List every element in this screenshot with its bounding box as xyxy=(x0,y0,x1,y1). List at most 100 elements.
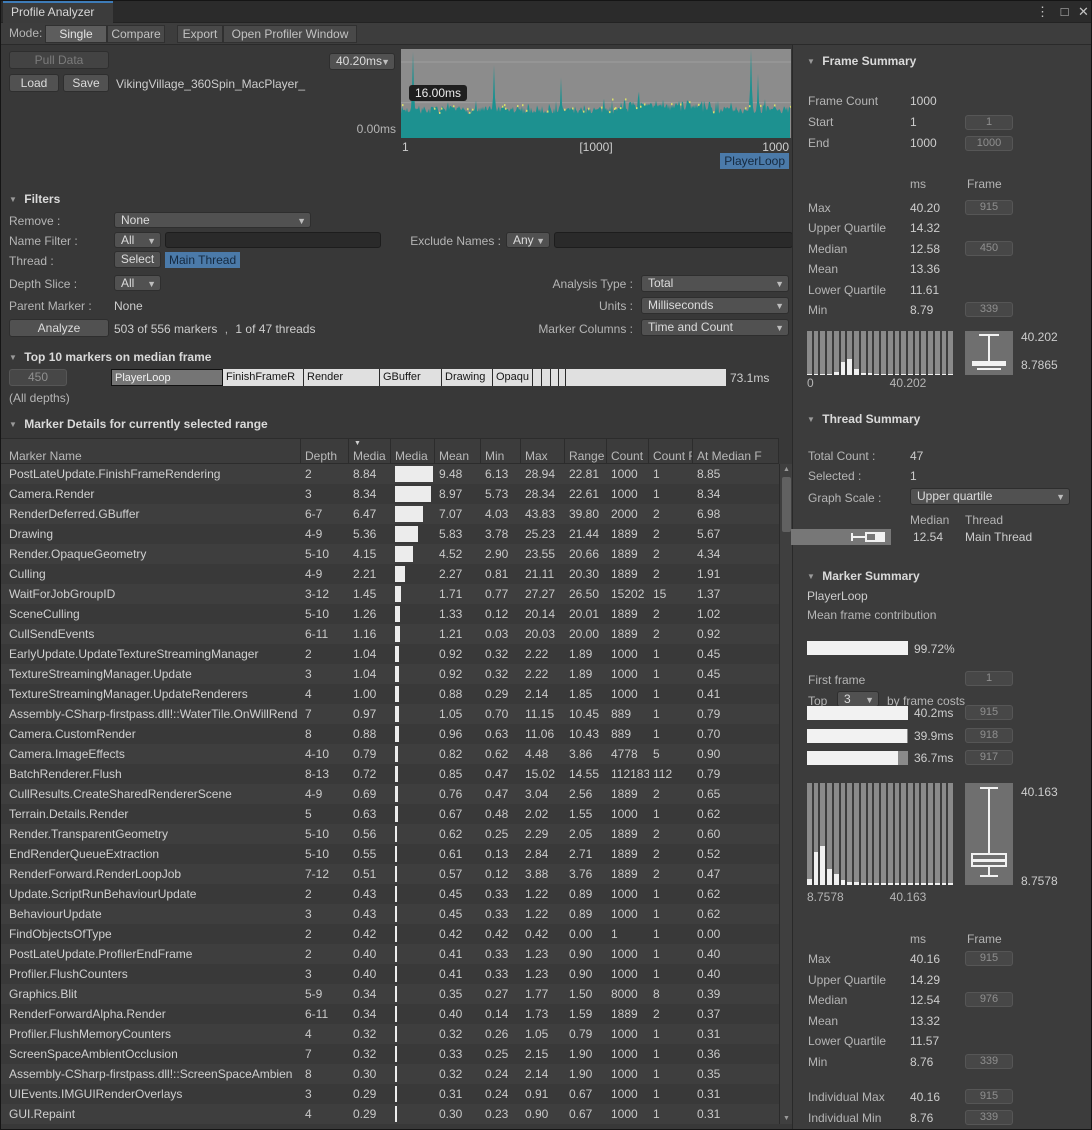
top10-segment-FinishFrameR[interactable]: FinishFrameR xyxy=(223,369,304,386)
top10-header[interactable]: ▼ Top 10 markers on median frame xyxy=(9,350,211,364)
table-row[interactable]: TextureStreamingManager.Update31.040.920… xyxy=(1,664,779,684)
top10-segment-PlayerLoop[interactable]: PlayerLoop xyxy=(111,369,223,386)
table-row[interactable]: Drawing4-95.365.833.7825.2321.44188925.6… xyxy=(1,524,779,544)
range-dropdown[interactable]: 40.20ms▼ xyxy=(329,53,395,70)
column-header-8[interactable]: Count xyxy=(607,439,649,463)
remove-dropdown[interactable]: None▼ xyxy=(114,212,311,228)
table-row[interactable]: ScreenSpaceAmbientOcclusion70.320.330.25… xyxy=(1,1044,779,1064)
filters-header[interactable]: ▼ Filters xyxy=(9,192,60,206)
chart-selection-label[interactable]: PlayerLoop xyxy=(720,153,789,169)
frame-link-button[interactable]: 339 xyxy=(965,302,1013,317)
frame-summary-boxplot[interactable] xyxy=(965,331,1013,375)
frame-link-button[interactable]: 339 xyxy=(965,1110,1013,1125)
table-row[interactable]: BatchRenderer.Flush8-130.720.850.4715.02… xyxy=(1,764,779,784)
table-row[interactable]: Camera.Render38.348.975.7328.3422.611000… xyxy=(1,484,779,504)
maximize-icon[interactable]: □ xyxy=(1056,4,1073,20)
table-row[interactable]: EndRenderQueueExtraction5-100.550.610.13… xyxy=(1,844,779,864)
name-filter-mode-dropdown[interactable]: All▼ xyxy=(114,232,161,248)
exclude-mode-dropdown[interactable]: Any▼ xyxy=(506,232,550,248)
frame-link-button[interactable]: 976 xyxy=(965,992,1013,1007)
kebab-menu-icon[interactable]: ⋮ xyxy=(1034,4,1051,20)
marker-summary-boxplot[interactable] xyxy=(965,783,1013,885)
table-row[interactable]: PostLateUpdate.FinishFrameRendering28.84… xyxy=(1,464,779,484)
mode-button-export[interactable]: Export xyxy=(177,25,223,43)
save-button[interactable]: Save xyxy=(63,74,109,92)
end-frame-button[interactable]: 1000 xyxy=(965,136,1013,151)
scrollbar-thumb[interactable] xyxy=(782,477,791,532)
top10-segment-Render[interactable]: Render xyxy=(304,369,380,386)
mode-button-open-profiler-window[interactable]: Open Profiler Window xyxy=(223,25,357,43)
top10-segment-9[interactable] xyxy=(559,369,566,386)
table-row[interactable]: Assembly-CSharp-firstpass.dll!::WaterTil… xyxy=(1,704,779,724)
table-row[interactable]: Update.ScriptRunBehaviourUpdate20.430.45… xyxy=(1,884,779,904)
table-row[interactable]: TextureStreamingManager.UpdateRenderers4… xyxy=(1,684,779,704)
table-row[interactable]: GUI.Repaint40.290.300.230.900.67100010.3… xyxy=(1,1104,779,1124)
table-row[interactable]: Render.TransparentGeometry5-100.560.620.… xyxy=(1,824,779,844)
marker-summary-header[interactable]: ▼ Marker Summary xyxy=(807,569,920,583)
table-row[interactable]: Profiler.FlushMemoryCounters40.320.320.2… xyxy=(1,1024,779,1044)
top10-segment-8[interactable] xyxy=(551,369,559,386)
marker-details-header[interactable]: ▼ Marker Details for currently selected … xyxy=(9,417,268,431)
table-row[interactable]: CullSendEvents6-111.161.210.0320.0320.00… xyxy=(1,624,779,644)
table-row[interactable]: BehaviourUpdate30.430.450.331.220.891000… xyxy=(1,904,779,924)
frame-link-button[interactable]: 915 xyxy=(965,200,1013,215)
top10-segment-6[interactable] xyxy=(533,369,542,386)
name-filter-input[interactable] xyxy=(165,232,381,248)
depth-slice-dropdown[interactable]: All▼ xyxy=(114,275,161,291)
mode-button-compare[interactable]: Compare xyxy=(107,25,165,43)
frame-link-button[interactable]: 915 xyxy=(965,951,1013,966)
column-header-5[interactable]: Min xyxy=(481,439,521,463)
marker-summary-histogram[interactable] xyxy=(807,783,953,885)
column-header-7[interactable]: Range xyxy=(565,439,607,463)
top10-marker-bar[interactable]: PlayerLoopFinishFrameRRenderGBufferDrawi… xyxy=(111,369,726,386)
table-row[interactable]: RenderDeferred.GBuffer6-76.477.074.0343.… xyxy=(1,504,779,524)
table-row[interactable]: Render.OpaqueGeometry5-104.154.522.9023.… xyxy=(1,544,779,564)
table-row[interactable]: WaitForJobGroupID3-121.451.710.7727.2726… xyxy=(1,584,779,604)
close-icon[interactable]: ✕ xyxy=(1075,4,1092,20)
marker-columns-dropdown[interactable]: Time and Count▼ xyxy=(641,319,789,336)
table-row[interactable]: FindObjectsOfType20.420.420.420.420.0011… xyxy=(1,924,779,944)
exclude-names-input[interactable] xyxy=(554,232,793,248)
frame-link-button[interactable]: 339 xyxy=(965,1054,1013,1069)
table-row[interactable]: Camera.CustomRender80.880.960.6311.0610.… xyxy=(1,724,779,744)
table-header[interactable]: Marker NameDepthMedia▼MediaMeanMinMaxRan… xyxy=(1,438,779,464)
analysis-type-dropdown[interactable]: Total▼ xyxy=(641,275,789,292)
top10-segment-GBuffer[interactable]: GBuffer xyxy=(380,369,442,386)
thread-summary-header[interactable]: ▼ Thread Summary xyxy=(807,412,920,426)
marker-table[interactable]: PostLateUpdate.FinishFrameRendering28.84… xyxy=(1,464,779,1124)
load-button[interactable]: Load xyxy=(9,74,59,92)
top10-segment-Drawing[interactable]: Drawing xyxy=(442,369,493,386)
table-scrollbar[interactable]: ▲ ▼ xyxy=(779,464,792,1124)
thread-row[interactable]: 12.54Main Thread xyxy=(793,529,1092,547)
units-dropdown[interactable]: Milliseconds▼ xyxy=(641,297,789,314)
thread-select-button[interactable]: Select xyxy=(114,251,161,268)
column-header-1[interactable]: Depth xyxy=(301,439,349,463)
graph-scale-dropdown[interactable]: Upper quartile▼ xyxy=(910,488,1070,505)
start-frame-button[interactable]: 1 xyxy=(965,115,1013,130)
mode-button-single[interactable]: Single xyxy=(45,25,107,43)
table-row[interactable]: Graphics.Blit5-90.340.350.271.771.508000… xyxy=(1,984,779,1004)
column-header-2[interactable]: Media▼ xyxy=(349,439,391,463)
table-row[interactable]: PostLateUpdate.ProfilerEndFrame20.400.41… xyxy=(1,944,779,964)
column-header-3[interactable]: Media xyxy=(391,439,435,463)
table-row[interactable]: Terrain.Details.Render50.630.670.482.021… xyxy=(1,804,779,824)
frame-link-button[interactable]: 918 xyxy=(965,728,1013,743)
first-frame-button[interactable]: 1 xyxy=(965,671,1013,686)
column-header-4[interactable]: Mean xyxy=(435,439,481,463)
table-row[interactable]: RenderForward.RenderLoopJob7-120.510.570… xyxy=(1,864,779,884)
table-row[interactable]: Assembly-CSharp-firstpass.dll!::ScreenSp… xyxy=(1,1064,779,1084)
column-header-10[interactable]: At Median F xyxy=(693,439,779,463)
table-row[interactable]: EarlyUpdate.UpdateTextureStreamingManage… xyxy=(1,644,779,664)
top10-frame-button[interactable]: 450 xyxy=(9,369,67,386)
table-row[interactable]: CullResults.CreateSharedRendererScene4-9… xyxy=(1,784,779,804)
frame-link-button[interactable]: 917 xyxy=(965,750,1013,765)
top-n-dropdown[interactable]: 3▼ xyxy=(837,691,879,707)
table-row[interactable]: UIEvents.IMGUIRenderOverlays30.290.310.2… xyxy=(1,1084,779,1104)
frame-link-button[interactable]: 915 xyxy=(965,705,1013,720)
tab-profile-analyzer[interactable]: Profile Analyzer xyxy=(3,1,113,23)
table-row[interactable]: RenderForwardAlpha.Render6-110.340.400.1… xyxy=(1,1004,779,1024)
top10-segment-7[interactable] xyxy=(542,369,551,386)
column-header-0[interactable]: Marker Name xyxy=(1,439,301,463)
column-header-9[interactable]: Count Fra xyxy=(649,439,693,463)
table-row[interactable]: Profiler.FlushCounters30.400.410.331.230… xyxy=(1,964,779,984)
